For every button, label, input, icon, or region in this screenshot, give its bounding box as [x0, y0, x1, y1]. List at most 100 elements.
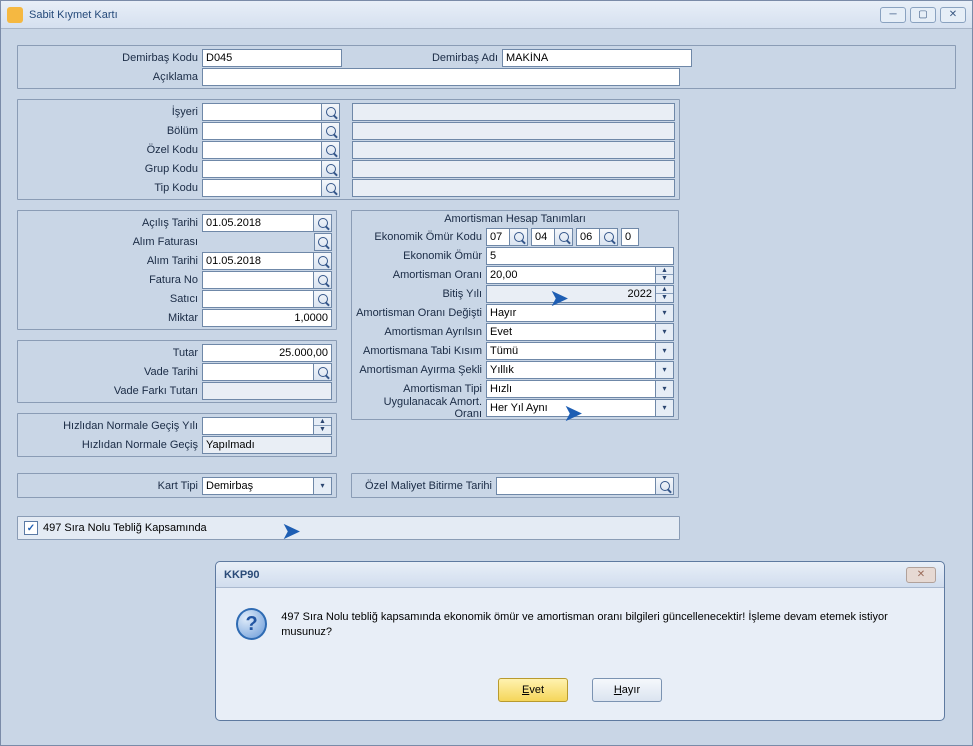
demirbas-adi-input[interactable]: [502, 49, 692, 67]
ekoomur-label: Ekonomik Ömür: [356, 250, 486, 262]
isyeri-input[interactable]: [202, 103, 322, 121]
content: Demirbaş Kodu Demirbaş Adı Açıklama İşye…: [1, 29, 972, 566]
bolum-input[interactable]: [202, 122, 322, 140]
bitisyili-label: Bitiş Yılı: [356, 288, 486, 300]
dialog-titlebar: KKP90 ✕: [216, 562, 944, 588]
search-icon: [660, 481, 670, 491]
eok3-input[interactable]: [576, 228, 600, 246]
ozelmaliyet-lookup[interactable]: [656, 477, 674, 495]
tutar-input[interactable]: [202, 344, 332, 362]
ozelkodu-input[interactable]: [202, 141, 322, 159]
arrow-annotation-icon: ➤: [281, 517, 301, 546]
uygoran-dd[interactable]: ▾: [656, 399, 674, 417]
no-button[interactable]: Hayır: [592, 678, 662, 702]
eok3-lookup[interactable]: [600, 228, 618, 246]
amortoran-spinner[interactable]: ▲▼: [656, 266, 674, 284]
arrow-annotation-icon: ➤: [563, 399, 583, 428]
faturano-lookup[interactable]: [314, 271, 332, 289]
demirbas-adi-label: Demirbaş Adı: [412, 52, 502, 64]
tipkodu-lookup-button[interactable]: [322, 179, 340, 197]
tipkodu-input[interactable]: [202, 179, 322, 197]
bolum-lookup-button[interactable]: [322, 122, 340, 140]
minimize-button[interactable]: ─: [880, 7, 906, 23]
miktar-input[interactable]: [202, 309, 332, 327]
ozelmaliyet-input[interactable]: [496, 477, 656, 495]
isyeri-display: [352, 103, 675, 121]
aciklama-input[interactable]: [202, 68, 680, 86]
alimtarihi-input[interactable]: [202, 252, 314, 270]
panel-location: İşyeri Bölüm Özel Kodu Gru: [17, 99, 680, 200]
tabikisim-select[interactable]: Tümü: [486, 342, 656, 360]
miktar-label: Miktar: [22, 312, 202, 324]
karttipi-select[interactable]: Demirbaş: [202, 477, 314, 495]
vadetarihi-lookup[interactable]: [314, 363, 332, 381]
panel-acquisition: Açılış Tarihi Alım Faturası Alım Tarihi …: [17, 210, 337, 330]
isyeri-lookup-button[interactable]: [322, 103, 340, 121]
karttipi-dd[interactable]: ▾: [314, 477, 332, 495]
yes-button[interactable]: Evet: [498, 678, 568, 702]
alimfaturasi-label: Alım Faturası: [22, 236, 202, 248]
search-icon: [318, 275, 328, 285]
ayirmasekli-select[interactable]: Yıllık: [486, 361, 656, 379]
satici-lookup[interactable]: [314, 290, 332, 308]
acilistarihi-lookup[interactable]: [314, 214, 332, 232]
eok2-lookup[interactable]: [555, 228, 573, 246]
dialog-message: 497 Sıra Nolu tebliğ kapsamında ekonomik…: [281, 608, 924, 641]
panel-amount: Tutar Vade Tarihi Vade Farkı Tutarı: [17, 340, 337, 403]
acilistarihi-input[interactable]: [202, 214, 314, 232]
acilistarihi-label: Açılış Tarihi: [22, 217, 202, 229]
satici-label: Satıcı: [22, 293, 202, 305]
amorttipi-dd[interactable]: ▾: [656, 380, 674, 398]
app-window: Sabit Kıymet Kartı ─ ▢ ✕ Demirbaş Kodu D…: [0, 0, 973, 746]
dialog-close-button[interactable]: ✕: [906, 567, 936, 583]
panel-amortization: Amortisman Hesap Tanımları Ekonomik Ömür…: [351, 210, 679, 420]
tabikisim-dd[interactable]: ▾: [656, 342, 674, 360]
amortoran-input[interactable]: [486, 266, 656, 284]
maximize-button[interactable]: ▢: [910, 7, 936, 23]
ozelkodu-label: Özel Kodu: [22, 144, 202, 156]
bolum-display: [352, 122, 675, 140]
faturano-label: Fatura No: [22, 274, 202, 286]
eok1-lookup[interactable]: [510, 228, 528, 246]
alimtarihi-lookup[interactable]: [314, 252, 332, 270]
ozelkodu-lookup-button[interactable]: [322, 141, 340, 159]
alimtarihi-label: Alım Tarihi: [22, 255, 202, 267]
eok2-input[interactable]: [531, 228, 555, 246]
grupkodu-lookup-button[interactable]: [322, 160, 340, 178]
hiznormyil-spinner[interactable]: ▲▼: [314, 417, 332, 435]
tipkodu-display: [352, 179, 675, 197]
eok1-input[interactable]: [486, 228, 510, 246]
orandeg-dd[interactable]: ▾: [656, 304, 674, 322]
panel-transition: Hızlıdan Normale Geçiş Yılı▲▼ Hızlıdan N…: [17, 413, 337, 457]
eok4-input[interactable]: [621, 228, 639, 246]
amort-header: Amortisman Hesap Tanımları: [356, 213, 674, 225]
eok-label: Ekonomik Ömür Kodu: [356, 231, 486, 243]
close-button[interactable]: ✕: [940, 7, 966, 23]
alimfaturasi-lookup[interactable]: [314, 233, 332, 251]
search-icon: [318, 294, 328, 304]
search-icon: [604, 232, 614, 242]
panel-497: ✓ 497 Sıra Nolu Tebliğ Kapsamında: [17, 516, 680, 540]
ayrilsin-label: Amortisman Ayrılsın: [356, 326, 486, 338]
bitisyili-spinner[interactable]: ▲▼: [656, 285, 674, 303]
dialog-title: KKP90: [224, 569, 906, 581]
search-icon: [318, 256, 328, 266]
ayirmasekli-dd[interactable]: ▾: [656, 361, 674, 379]
tutar-label: Tutar: [22, 347, 202, 359]
ayrilsin-dd[interactable]: ▾: [656, 323, 674, 341]
search-icon: [326, 164, 336, 174]
panel-identity: Demirbaş Kodu Demirbaş Adı Açıklama: [17, 45, 956, 89]
chk-497[interactable]: ✓: [24, 521, 38, 535]
grupkodu-input[interactable]: [202, 160, 322, 178]
satici-input[interactable]: [202, 290, 314, 308]
demirbas-kodu-input[interactable]: [202, 49, 342, 67]
hiznormyil-input[interactable]: [202, 417, 314, 435]
vadetarihi-input[interactable]: [202, 363, 314, 381]
hiznormyil-label: Hızlıdan Normale Geçiş Yılı: [22, 420, 202, 432]
orandeg-select[interactable]: Hayır: [486, 304, 656, 322]
ekoomur-input[interactable]: [486, 247, 674, 265]
search-icon: [514, 232, 524, 242]
ayrilsin-select[interactable]: Evet: [486, 323, 656, 341]
faturano-input[interactable]: [202, 271, 314, 289]
amorttipi-select[interactable]: Hızlı: [486, 380, 656, 398]
